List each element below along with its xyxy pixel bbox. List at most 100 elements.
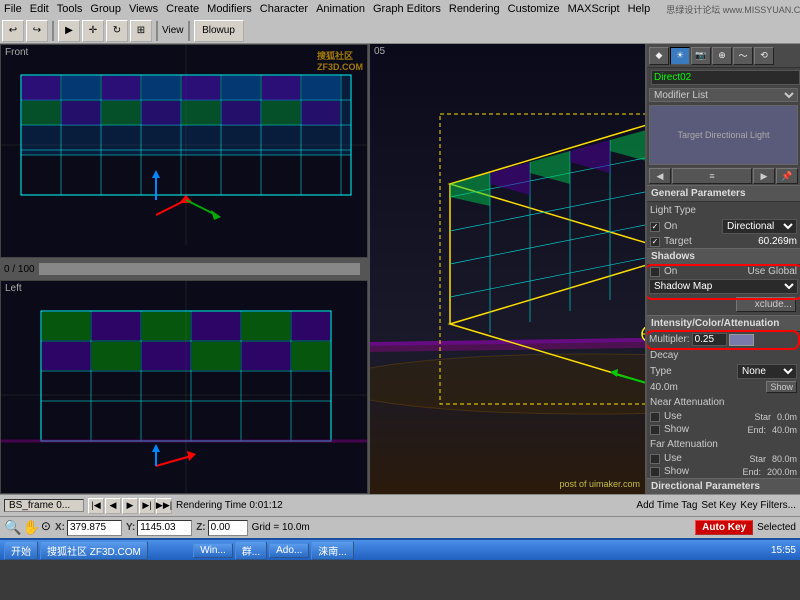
multiplier-row: Multipler: [647, 332, 800, 347]
taskbar-item-sohu[interactable]: 搜狐社区 ZF3D.COM [40, 541, 148, 560]
menu-item-views[interactable]: Views [129, 3, 158, 15]
menu-item-help[interactable]: Help [628, 3, 651, 15]
auto-key-button[interactable]: Auto Key [695, 520, 753, 535]
y-input[interactable] [137, 520, 192, 536]
near-use-checkbox[interactable] [650, 412, 660, 422]
view-label: View [162, 25, 184, 36]
viewport-front-label: Front [5, 47, 28, 58]
set-key-label: Set Key [701, 500, 736, 511]
redo-button[interactable]: ↪ [26, 20, 48, 42]
object-name-input[interactable] [651, 70, 800, 85]
multiplier-label: Multipler: [649, 334, 690, 345]
prop-icon-modifier[interactable]: ⟲ [754, 47, 774, 65]
main-area: Front 搜狐社区ZF3D.COM [0, 44, 800, 494]
x-input[interactable] [67, 520, 122, 536]
move-button[interactable]: ✛ [82, 20, 104, 42]
viewport-left[interactable]: Left [0, 280, 368, 494]
prop-nav-pin[interactable]: 📌 [776, 168, 798, 184]
left-panel: Front 搜狐社区ZF3D.COM [0, 44, 370, 494]
prop-icon-geometry[interactable]: ◆ [649, 47, 669, 65]
decay-star-label: 40.0m [650, 382, 678, 393]
pan-icon[interactable]: ✋ [22, 519, 39, 536]
multiplier-input[interactable] [692, 333, 727, 346]
light-on-checkbox[interactable] [650, 222, 660, 232]
menu-item-character[interactable]: Character [260, 3, 308, 15]
play-last-btn[interactable]: ▶▶| [156, 498, 172, 514]
shadow-map-select[interactable]: Shadow Map [649, 279, 798, 294]
far-use-checkbox[interactable] [650, 454, 660, 464]
prop-nav-buttons: ◀ ≡ ▶ 📌 [647, 167, 800, 185]
shadows-on-row: On Use Global [647, 265, 800, 278]
exclude-button[interactable]: xclude... [736, 297, 796, 312]
menu-item-group[interactable]: Group [90, 3, 121, 15]
menu-item-graph-editors[interactable]: Graph Editors [373, 3, 441, 15]
menu-item-rendering[interactable]: Rendering [449, 3, 500, 15]
target-label: Target [664, 236, 692, 247]
rotate-button[interactable]: ↻ [106, 20, 128, 42]
taskbar-item-group[interactable]: 群... [235, 541, 267, 560]
viewport-front[interactable]: Front 搜狐社区ZF3D.COM [0, 44, 368, 258]
near-start-value: 0.0m [777, 412, 797, 422]
light-preview: Target Directional Light [649, 105, 798, 165]
far-show-checkbox[interactable] [650, 467, 660, 477]
orbit-icon[interactable]: ⊙ [41, 519, 51, 536]
play-prev-btn[interactable]: |◀ [88, 498, 104, 514]
light-type-label: Target Directional Light [677, 130, 769, 140]
menu-item-create[interactable]: Create [166, 3, 199, 15]
prop-icon-light[interactable]: ☀ [670, 47, 690, 65]
directional-select[interactable]: Directional [722, 219, 797, 234]
menu-item-maxscript[interactable]: MAXScript [568, 3, 620, 15]
near-use-label: Use [664, 411, 682, 422]
menu-item-modifiers[interactable]: Modifiers [207, 3, 252, 15]
frame-display: 0 / 100 [4, 264, 35, 275]
timeline-controls: 0 / 100 [0, 258, 368, 280]
name-field-row [647, 68, 800, 87]
timeline-slider[interactable] [39, 263, 360, 275]
left-viewport-svg [1, 281, 367, 493]
main-3d-viewport[interactable]: 05 [370, 44, 645, 494]
far-end-value: 200.0m [767, 467, 797, 477]
prop-nav-list[interactable]: ≡ [672, 168, 752, 184]
select-button[interactable]: ▶ [58, 20, 80, 42]
target-checkbox[interactable] [650, 237, 660, 247]
taskbar-item-main[interactable]: 涞南... [311, 541, 353, 560]
bottom-coord-bar: 🔍 ✋ ⊙ X: Y: Z: Grid = 10.0m Auto Key Sel… [0, 516, 800, 538]
near-start-label: Star [754, 412, 771, 422]
toolbar-sep-2 [156, 21, 158, 41]
shadows-on-checkbox[interactable] [650, 267, 660, 277]
prop-icon-spacewarp[interactable]: 〜 [733, 47, 753, 65]
decay-type-select[interactable]: None [737, 364, 797, 379]
on-directional-row: On Directional [647, 218, 800, 235]
menu-item-animation[interactable]: Animation [316, 3, 365, 15]
play-back-btn[interactable]: ◀ [105, 498, 121, 514]
decay-show-btn[interactable]: Show [766, 381, 797, 393]
x-label: X: [55, 522, 65, 533]
play-next-btn[interactable]: ▶| [139, 498, 155, 514]
shadows-on-label: On [664, 266, 677, 277]
selected-label: Selected [757, 522, 796, 533]
prop-nav-prev[interactable]: ◀ [649, 168, 671, 184]
taskbar-item-win[interactable]: Win... [193, 543, 233, 558]
render-button[interactable]: Blowup [194, 20, 244, 42]
near-show-checkbox[interactable] [650, 425, 660, 435]
z-input[interactable] [208, 520, 248, 536]
far-atten-text: Far Attenuation [650, 439, 718, 450]
modifier-list-select[interactable]: Modifier List [649, 88, 798, 102]
prop-icon-helper[interactable]: ⊕ [712, 47, 732, 65]
menu-item-edit[interactable]: Edit [30, 3, 49, 15]
toolbar: ↩ ↪ ▶ ✛ ↻ ⊞ View Blowup [0, 18, 800, 44]
key-filters-label: Key Filters... [740, 500, 796, 511]
scale-button[interactable]: ⊞ [130, 20, 152, 42]
undo-button[interactable]: ↩ [2, 20, 24, 42]
menu-item-file[interactable]: File [4, 3, 22, 15]
prop-icon-camera[interactable]: 📷 [691, 47, 711, 65]
menu-item-customize[interactable]: Customize [508, 3, 560, 15]
y-coord-field: Y: [126, 520, 192, 536]
color-swatch[interactable] [729, 334, 754, 346]
menu-item-tools[interactable]: Tools [57, 3, 83, 15]
zoom-icon[interactable]: 🔍 [4, 519, 21, 536]
start-button[interactable]: 开始 [4, 541, 38, 560]
taskbar-item-ado[interactable]: Ado... [269, 543, 309, 558]
play-fwd-btn[interactable]: ▶ [122, 498, 138, 514]
prop-nav-next[interactable]: ▶ [753, 168, 775, 184]
